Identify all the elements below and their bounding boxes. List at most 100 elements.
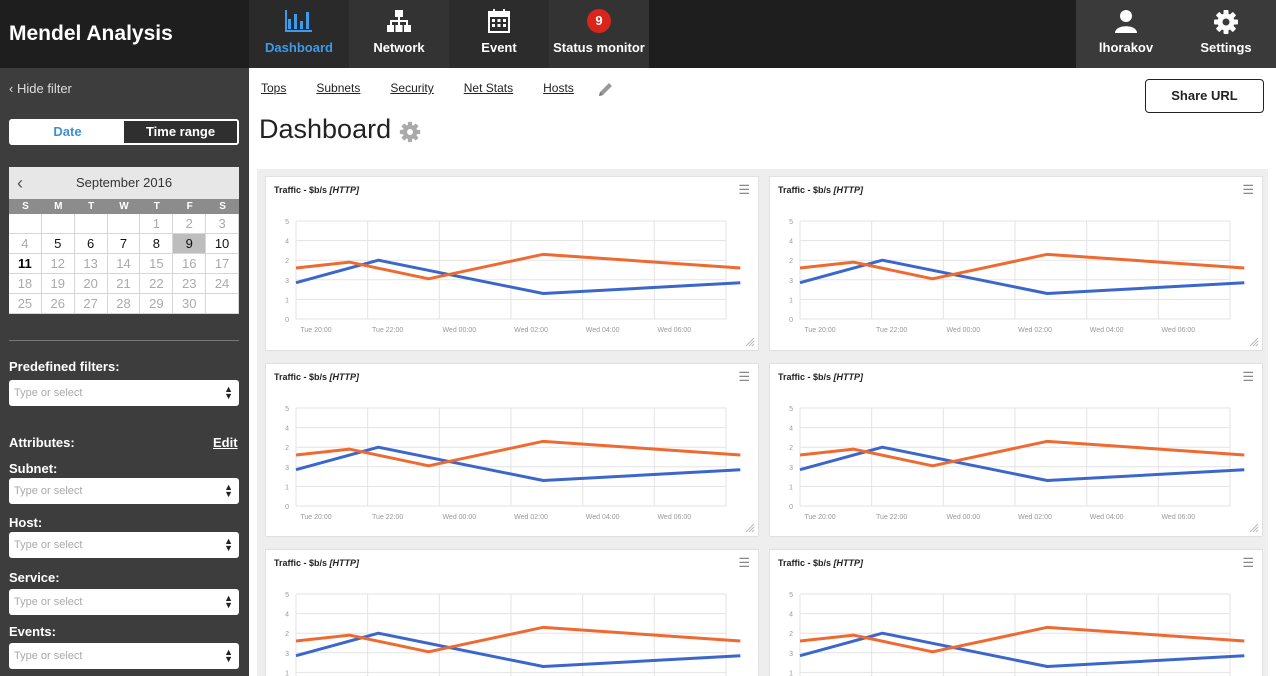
calendar-day[interactable]: 14 [107,254,141,274]
calendar-day[interactable]: 9 [173,234,207,254]
prev-month-icon[interactable]: ‹ [17,167,23,199]
updown-icon: ▲ ▼ [224,593,233,610]
x-tick-label: Tue 20:00 [300,514,331,521]
resize-handle-icon[interactable] [1249,523,1259,533]
y-tick-label: 1 [789,670,793,676]
resize-handle-icon[interactable] [745,337,755,347]
y-tick-label: 4 [789,239,793,246]
app-title[interactable]: Mendel Analysis [0,0,249,68]
predefined-filters-select[interactable]: Type or select ▲ ▼ [9,380,239,406]
weekday-label: F [186,201,193,212]
attributes-label: Attributes: [9,435,75,450]
attributes-edit-link[interactable]: Edit [213,435,238,450]
y-tick-label: 4 [285,426,289,433]
calendar-day[interactable]: 13 [74,254,108,274]
subnet-label: Subnet: [9,461,58,476]
y-tick-label: 1 [285,484,289,491]
calendar-day[interactable]: 6 [74,234,108,254]
traffic-widget-1: Traffic - $b/s [HTTP] ☰ 0 1 3 2 4 5 Tue 20:00 T… [265,176,759,351]
calendar-day[interactable]: 29 [140,294,174,314]
series-line-orange [295,439,741,468]
host-select[interactable]: Type or select ▲ ▼ [9,532,239,558]
calendar-day[interactable]: 12 [41,254,75,274]
updown-icon: ▲ ▼ [224,384,233,401]
traffic-line-chart: 1 3 2 4 5 [285,592,741,676]
tab-security[interactable]: Security [390,81,433,102]
events-select[interactable]: Type or select ▲ ▼ [9,643,239,669]
toggle-date[interactable]: Date [11,121,124,143]
calendar-day[interactable]: 2 [173,214,207,234]
calendar-day[interactable]: 25 [9,294,42,314]
dashboard-settings-gear-icon[interactable] [399,121,421,148]
calendar-day: . [74,214,108,234]
calendar-day[interactable]: 18 [9,274,42,294]
hide-filter-link[interactable]: ‹ Hide filter [9,81,72,96]
toggle-time-range[interactable]: Time range [124,121,237,143]
calendar-day[interactable]: 24 [206,274,239,294]
y-tick-label: 1 [285,297,289,304]
y-tick-label: 5 [789,219,793,226]
nav-event[interactable]: Event [449,0,549,68]
chevron-left-icon: ‹ [9,81,14,96]
calendar: ‹ September 2016 SMTWTFS ....12345678910… [9,167,239,314]
calendar-day: . [41,214,75,234]
dashboard-tabs: Tops Subnets Security Net Stats Hosts [261,81,644,102]
nav-network[interactable]: Network [349,0,449,68]
tab-subnets[interactable]: Subnets [316,81,360,102]
calendar-month: September 2016 [75,175,173,190]
tab-tops[interactable]: Tops [261,81,286,102]
date-mode-toggle: Date Time range [9,119,239,145]
y-tick-label: 2 [789,445,793,452]
nav-status-monitor[interactable]: 9 Status monitor [549,0,649,68]
y-tick-label: 4 [285,612,289,619]
y-tick-label: 5 [789,406,793,413]
calendar-day[interactable]: 27 [74,294,108,314]
series-line-orange [799,625,1245,654]
calendar-day[interactable]: 19 [41,274,75,294]
y-tick-label: 2 [789,258,793,265]
calendar-day[interactable]: 20 [74,274,108,294]
share-url-button[interactable]: Share URL [1145,79,1264,113]
nav-user-label: lhorakov [1098,40,1154,55]
user-nav: lhorakov Settings [1076,0,1276,68]
calendar-day[interactable]: 8 [140,234,174,254]
gear-icon [1176,9,1276,34]
x-tick-label: Tue 22:00 [876,514,907,521]
y-tick-label: 5 [285,219,289,226]
x-tick-label: Wed 06:00 [1161,514,1195,521]
calendar-day[interactable]: 26 [41,294,75,314]
calendar-day[interactable]: 17 [206,254,239,274]
service-select[interactable]: Type or select ▲ ▼ [9,589,239,615]
resize-handle-icon[interactable] [745,523,755,533]
resize-handle-icon[interactable] [1249,337,1259,347]
tab-hosts[interactable]: Hosts [543,81,574,102]
traffic-line-chart: 0 1 3 2 4 5 Tue 20:00 Tue 22:00 Wed 00:00 Wed 02:… [285,219,741,334]
calendar-day[interactable]: 22 [140,274,174,294]
y-tick-label: 3 [285,651,289,658]
x-tick-label: Wed 06:00 [1161,327,1195,334]
calendar-day[interactable]: 30 [173,294,207,314]
calendar-day[interactable]: 1 [140,214,174,234]
calendar-day[interactable]: 15 [140,254,174,274]
service-label: Service: [9,570,60,585]
calendar-day[interactable]: 7 [107,234,141,254]
calendar-day[interactable]: 11 [9,254,42,274]
calendar-day[interactable]: 3 [206,214,239,234]
nav-settings[interactable]: Settings [1176,0,1276,68]
calendar-day[interactable]: 5 [41,234,75,254]
pencil-icon[interactable] [596,81,614,102]
nav-event-label: Event [481,40,517,55]
calendar-day[interactable]: 16 [173,254,207,274]
calendar-day[interactable]: 21 [107,274,141,294]
calendar-day[interactable]: 23 [173,274,207,294]
tab-net-stats[interactable]: Net Stats [464,81,513,102]
nav-dashboard[interactable]: Dashboard [249,0,349,68]
series-line-orange [295,625,741,654]
subnet-select[interactable]: Type or select ▲ ▼ [9,478,239,504]
calendar-day: . [107,214,141,234]
nav-user[interactable]: lhorakov [1076,0,1176,68]
main-nav: Dashboard Network Event 9 Status monitor [249,0,649,68]
calendar-day[interactable]: 10 [206,234,239,254]
calendar-day[interactable]: 4 [9,234,42,254]
calendar-day[interactable]: 28 [107,294,141,314]
